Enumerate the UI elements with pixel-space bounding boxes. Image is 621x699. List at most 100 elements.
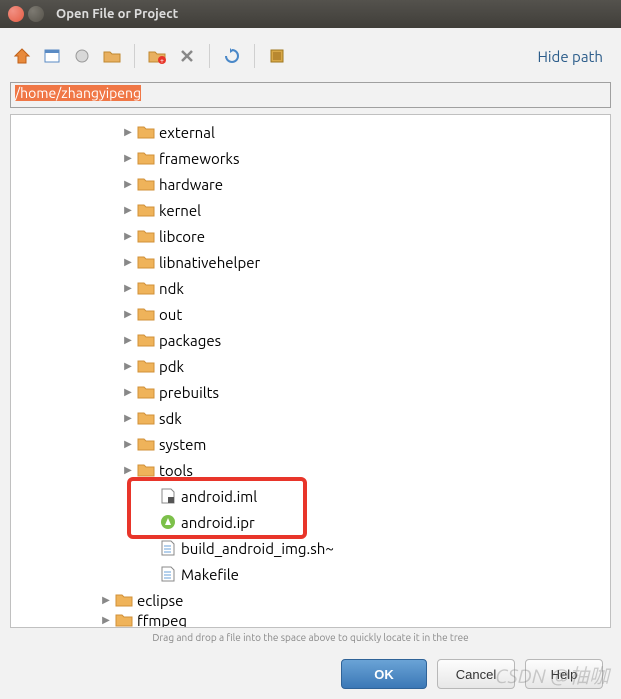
light-icon[interactable] bbox=[70, 44, 94, 68]
folder-icon bbox=[137, 228, 155, 244]
expand-icon[interactable]: ▶ bbox=[121, 282, 135, 294]
tree-folder-item[interactable]: ▶ prebuilts bbox=[11, 379, 610, 405]
tree-file-item[interactable]: build_android_img.sh~ bbox=[11, 535, 610, 561]
tree-file-item[interactable]: android.iml bbox=[11, 483, 610, 509]
file-icon[interactable] bbox=[40, 44, 64, 68]
tree-folder-item[interactable]: ▶ eclipse bbox=[11, 587, 610, 613]
module-icon[interactable] bbox=[265, 44, 289, 68]
tree-folder-item[interactable]: ▶ ffmpeg bbox=[11, 613, 610, 627]
folder-icon bbox=[137, 202, 155, 218]
folder-icon bbox=[137, 462, 155, 478]
toolbar: + Hide path bbox=[10, 38, 611, 74]
tree-folder-item[interactable]: ▶ libcore bbox=[11, 223, 610, 249]
svg-text:+: + bbox=[160, 57, 164, 65]
file-icon bbox=[159, 565, 177, 583]
refresh-icon[interactable] bbox=[220, 44, 244, 68]
tree-file-item[interactable]: Makefile bbox=[11, 561, 610, 587]
tree-folder-item[interactable]: ▶ packages bbox=[11, 327, 610, 353]
tree-label: external bbox=[159, 124, 215, 141]
home-icon[interactable] bbox=[10, 44, 34, 68]
help-button[interactable]: Help bbox=[525, 659, 603, 689]
ok-button[interactable]: OK bbox=[341, 659, 427, 689]
expand-icon[interactable]: ▶ bbox=[121, 308, 135, 320]
tree-folder-item[interactable]: ▶libnativehelper bbox=[11, 249, 610, 275]
tree-label: eclipse bbox=[137, 592, 183, 609]
expand-icon[interactable]: ▶ bbox=[121, 438, 135, 450]
tree-label: kernel bbox=[159, 202, 201, 219]
tree-folder-item[interactable]: ▶ ndk bbox=[11, 275, 610, 301]
tree-label: libcore bbox=[159, 228, 205, 245]
tree-folder-item[interactable]: ▶ pdk bbox=[11, 353, 610, 379]
tree-label: build_android_img.sh~ bbox=[181, 540, 334, 557]
tree-folder-item[interactable]: ▶ tools bbox=[11, 457, 610, 483]
close-icon[interactable] bbox=[8, 6, 24, 22]
tree-folder-item[interactable]: ▶ frameworks bbox=[11, 145, 610, 171]
expand-icon[interactable]: ▶ bbox=[121, 204, 135, 216]
expand-icon[interactable]: ▶ bbox=[121, 464, 135, 476]
tree-folder-item[interactable]: ▶ external bbox=[11, 119, 610, 145]
expand-icon[interactable]: ▶ bbox=[121, 256, 135, 268]
folder-icon bbox=[137, 436, 155, 452]
titlebar: Open File or Project bbox=[0, 0, 621, 28]
file-tree[interactable]: ▶external▶frameworks▶hardware▶kernel▶lib… bbox=[10, 114, 611, 628]
tree-file-item[interactable]: android.ipr bbox=[11, 509, 610, 535]
new-folder-icon[interactable] bbox=[100, 44, 124, 68]
file-icon bbox=[159, 539, 177, 557]
expand-icon[interactable]: ▶ bbox=[121, 360, 135, 372]
tree-label: ffmpeg bbox=[137, 613, 187, 627]
folder-icon bbox=[137, 306, 155, 322]
tree-label: out bbox=[159, 306, 182, 323]
tree-folder-item[interactable]: ▶ hardware bbox=[11, 171, 610, 197]
path-input-value: /home/zhangyipeng bbox=[15, 85, 141, 101]
expand-icon[interactable]: ▶ bbox=[121, 152, 135, 164]
tree-label: android.iml bbox=[181, 488, 257, 505]
folder-icon bbox=[137, 124, 155, 140]
expand-icon[interactable]: ▶ bbox=[99, 594, 113, 606]
tree-folder-item[interactable]: ▶ out bbox=[11, 301, 610, 327]
hide-path-link[interactable]: Hide path bbox=[537, 48, 611, 65]
folder-icon bbox=[137, 150, 155, 166]
tree-label: hardware bbox=[159, 176, 223, 193]
separator bbox=[134, 44, 135, 68]
expand-icon[interactable]: ▶ bbox=[121, 412, 135, 424]
tree-label: android.ipr bbox=[181, 514, 255, 531]
folder-icon bbox=[137, 254, 155, 270]
tree-folder-item[interactable]: ▶ sdk bbox=[11, 405, 610, 431]
new-folder-plus-icon[interactable]: + bbox=[145, 44, 169, 68]
expand-icon[interactable]: ▶ bbox=[99, 614, 113, 626]
expand-icon[interactable]: ▶ bbox=[121, 386, 135, 398]
separator bbox=[209, 44, 210, 68]
folder-icon bbox=[137, 358, 155, 374]
expand-icon[interactable]: ▶ bbox=[121, 334, 135, 346]
file-icon bbox=[159, 513, 177, 531]
folder-icon bbox=[137, 176, 155, 192]
folder-icon bbox=[115, 613, 133, 627]
tree-label: pdk bbox=[159, 358, 184, 375]
dialog-buttons: OK Cancel Help bbox=[10, 647, 611, 689]
delete-icon[interactable] bbox=[175, 44, 199, 68]
window-title: Open File or Project bbox=[56, 7, 178, 21]
file-icon bbox=[159, 487, 177, 505]
tree-label: tools bbox=[159, 462, 193, 479]
tree-folder-item[interactable]: ▶ kernel bbox=[11, 197, 610, 223]
tree-label: packages bbox=[159, 332, 221, 349]
expand-icon[interactable]: ▶ bbox=[121, 230, 135, 242]
expand-icon[interactable]: ▶ bbox=[121, 178, 135, 190]
folder-icon bbox=[137, 410, 155, 426]
tree-label: frameworks bbox=[159, 150, 240, 167]
tree-label: ndk bbox=[159, 280, 184, 297]
folder-icon bbox=[115, 592, 133, 608]
tree-folder-item[interactable]: ▶ system bbox=[11, 431, 610, 457]
expand-icon[interactable]: ▶ bbox=[121, 126, 135, 138]
tree-label: sdk bbox=[159, 410, 182, 427]
tree-label: Makefile bbox=[181, 566, 239, 583]
tree-label: system bbox=[159, 436, 206, 453]
tree-label: prebuilts bbox=[159, 384, 219, 401]
minimize-icon[interactable] bbox=[28, 6, 44, 22]
separator bbox=[254, 44, 255, 68]
path-input[interactable]: /home/zhangyipeng bbox=[10, 82, 611, 108]
folder-icon bbox=[137, 280, 155, 296]
folder-icon bbox=[137, 384, 155, 400]
cancel-button[interactable]: Cancel bbox=[437, 659, 515, 689]
folder-icon bbox=[137, 332, 155, 348]
